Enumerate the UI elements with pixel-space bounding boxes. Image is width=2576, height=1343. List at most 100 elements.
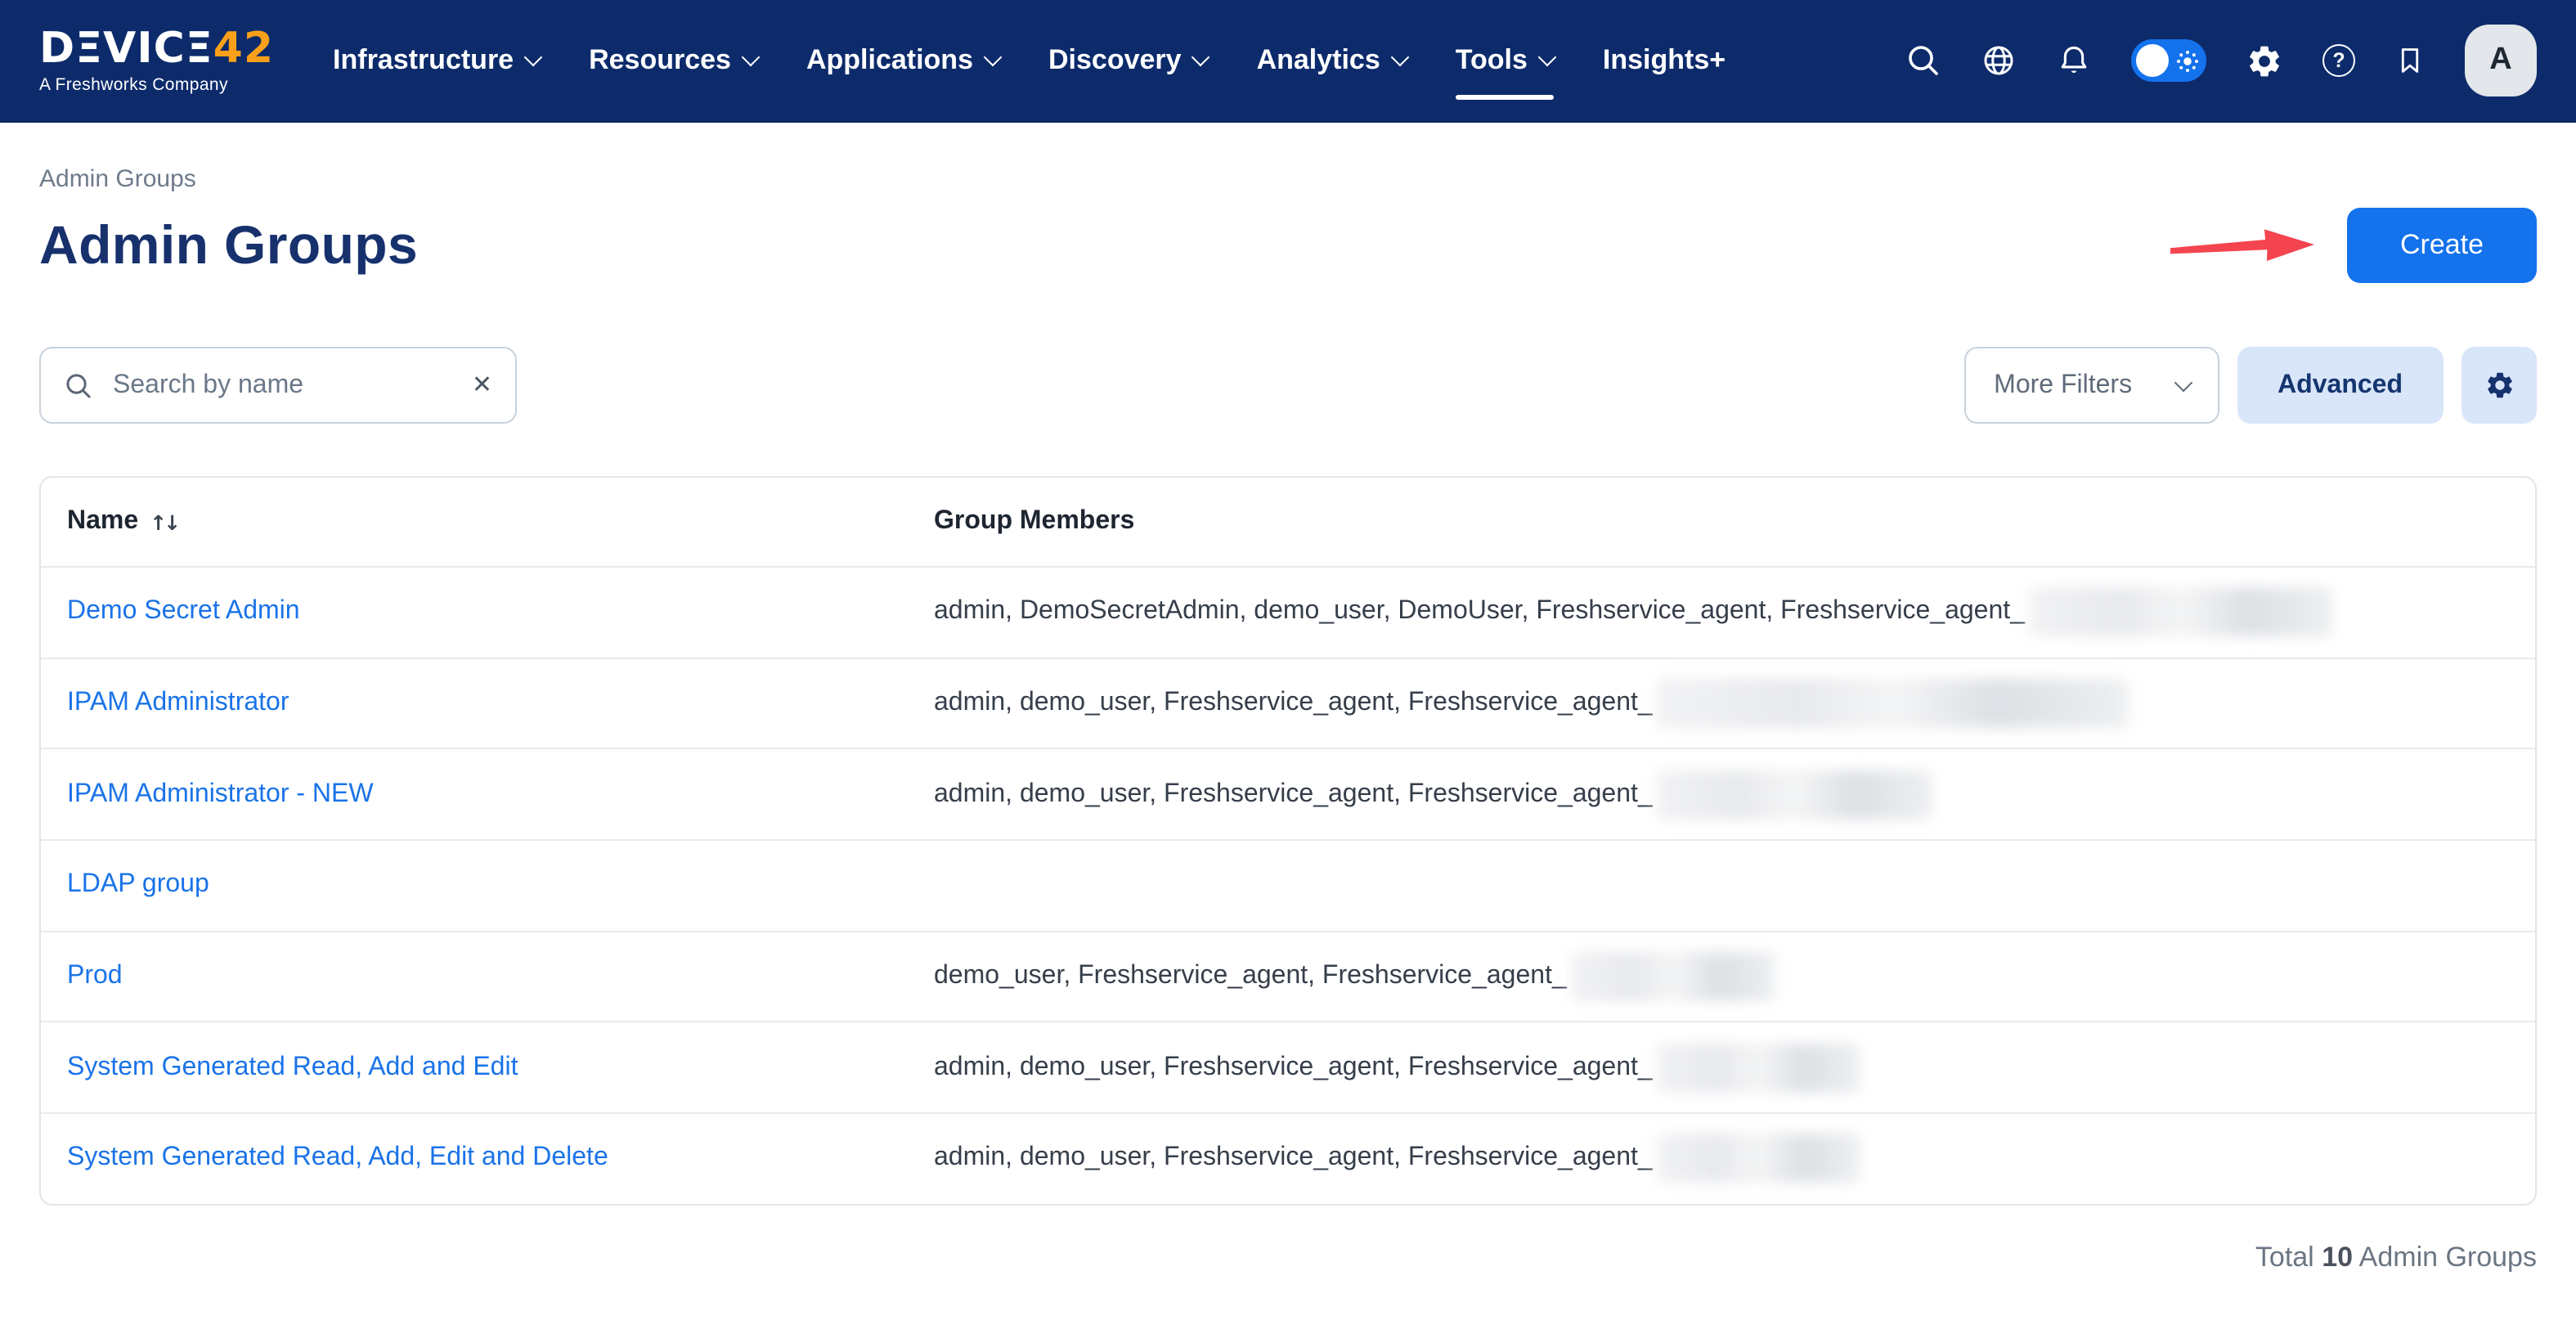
gear-icon[interactable] xyxy=(2246,42,2283,79)
main-content: Admin Groups Admin Groups Create ✕ More … xyxy=(0,165,2576,1274)
theme-toggle[interactable] xyxy=(2131,39,2206,82)
menu-label: Tools xyxy=(1456,44,1528,77)
table-row: System Generated Read, Add and Edit admi… xyxy=(41,1023,2535,1114)
total-number: 10 xyxy=(2322,1242,2353,1273)
group-name-cell: LDAP group xyxy=(41,871,934,901)
search-icon[interactable] xyxy=(1905,43,1941,79)
chevron-down-icon xyxy=(984,47,1003,66)
group-name-link[interactable]: Demo Secret Admin xyxy=(67,598,300,626)
menu-label: Infrastructure xyxy=(333,44,514,77)
members-text: admin, demo_user, Freshservice_agent, Fr… xyxy=(934,689,1653,718)
table-row: System Generated Read, Add, Edit and Del… xyxy=(41,1114,2535,1203)
group-members-cell: demo_user, Freshservice_agent, Freshserv… xyxy=(934,952,2535,1001)
search-icon xyxy=(64,371,93,400)
advanced-button[interactable]: Advanced xyxy=(2237,347,2444,424)
table-row: IPAM Administrator - NEW admin, demo_use… xyxy=(41,750,2535,841)
group-name-link[interactable]: LDAP group xyxy=(67,871,209,899)
filter-row: ✕ More Filters Advanced xyxy=(39,347,2537,424)
brand-tagline: A Freshworks Company xyxy=(39,74,274,94)
group-members-cell: admin, demo_user, Freshservice_agent, Fr… xyxy=(934,679,2535,728)
menu-item-analytics[interactable]: Analytics xyxy=(1257,0,1407,121)
menu-item-tools[interactable]: Tools xyxy=(1456,0,1554,121)
top-navbar: DΞVICΞ42 A Freshworks Company Infrastruc… xyxy=(0,0,2576,123)
table-row: Demo Secret Admin admin, DemoSecretAdmin… xyxy=(41,568,2535,658)
chevron-down-icon xyxy=(2174,374,2192,393)
device42-logo[interactable]: DΞVICΞ42 A Freshworks Company xyxy=(39,27,274,94)
group-name-cell: IPAM Administrator - NEW xyxy=(41,779,934,809)
help-icon[interactable]: ? xyxy=(2322,44,2355,77)
members-text: admin, DemoSecretAdmin, demo_user, DemoU… xyxy=(934,598,2025,627)
table-row: Prod demo_user, Freshservice_agent, Fres… xyxy=(41,932,2535,1023)
brand-wordmark: DΞVICΞ42 xyxy=(39,27,274,70)
menu-label: Insights+ xyxy=(1603,44,1726,77)
group-name-link[interactable]: IPAM Administrator xyxy=(67,689,289,716)
brand-accent-42: 42 xyxy=(213,24,274,73)
title-row: Admin Groups Create xyxy=(39,208,2537,283)
filter-actions: More Filters Advanced xyxy=(1964,347,2537,424)
column-label: Name xyxy=(67,507,138,537)
sort-icon: ↑↓ xyxy=(150,510,177,534)
menu-item-insights-plus[interactable]: Insights+ xyxy=(1603,0,1726,121)
more-filters-label: More Filters xyxy=(1994,371,2132,400)
group-name-cell: Demo Secret Admin xyxy=(41,598,934,627)
more-filters-dropdown[interactable]: More Filters xyxy=(1964,347,2219,424)
group-members-cell: admin, demo_user, Freshservice_agent, Fr… xyxy=(934,1044,2535,1093)
chevron-down-icon xyxy=(1192,47,1210,66)
menu-item-infrastructure[interactable]: Infrastructure xyxy=(333,0,540,121)
members-text: admin, demo_user, Freshservice_agent, Fr… xyxy=(934,779,1653,809)
table-row: LDAP group xyxy=(41,841,2535,932)
group-name-link[interactable]: Prod xyxy=(67,962,123,990)
total-entity: Admin Groups xyxy=(2359,1242,2537,1273)
search-box: ✕ xyxy=(39,347,517,424)
page-title: Admin Groups xyxy=(39,214,418,276)
globe-icon[interactable] xyxy=(1981,43,2017,79)
table-header: Name ↑↓ Group Members xyxy=(41,478,2535,568)
bookmark-icon[interactable] xyxy=(2394,43,2426,79)
sun-icon xyxy=(2177,50,2198,71)
notifications-bell-icon[interactable] xyxy=(2056,43,2092,79)
redacted-blur xyxy=(1572,952,1775,1001)
group-members-cell: admin, demo_user, Freshservice_agent, Fr… xyxy=(934,1134,2535,1184)
table-settings-gear-icon[interactable] xyxy=(2462,347,2537,424)
group-name-cell: IPAM Administrator xyxy=(41,689,934,718)
members-text: admin, demo_user, Freshservice_agent, Fr… xyxy=(934,1144,1653,1174)
group-name-link[interactable]: IPAM Administrator - NEW xyxy=(67,779,374,807)
redacted-blur xyxy=(2030,588,2332,637)
column-header-group-members: Group Members xyxy=(934,507,2535,537)
clear-search-icon[interactable]: ✕ xyxy=(472,373,492,398)
create-button[interactable]: Create xyxy=(2347,208,2537,283)
total-label: Total xyxy=(2255,1242,2314,1273)
menu-item-discovery[interactable]: Discovery xyxy=(1048,0,1208,121)
app: DΞVICΞ42 A Freshworks Company Infrastruc… xyxy=(0,0,2576,1343)
menu-label: Applications xyxy=(806,44,973,77)
redacted-blur xyxy=(1658,770,1932,819)
main-menu: Infrastructure Resources Applications Di… xyxy=(333,0,1726,121)
group-name-link[interactable]: System Generated Read, Add, Edit and Del… xyxy=(67,1144,608,1172)
members-text: admin, demo_user, Freshservice_agent, Fr… xyxy=(934,1053,1653,1083)
chevron-down-icon xyxy=(742,47,761,66)
total-count: Total 10 Admin Groups xyxy=(39,1242,2537,1274)
navbar-actions: ? A xyxy=(1905,25,2537,97)
group-name-cell: System Generated Read, Add and Edit xyxy=(41,1053,934,1083)
menu-item-applications[interactable]: Applications xyxy=(806,0,999,121)
breadcrumb[interactable]: Admin Groups xyxy=(39,165,196,193)
chevron-down-icon xyxy=(524,47,543,66)
avatar[interactable]: A xyxy=(2465,25,2537,97)
menu-label: Resources xyxy=(589,44,731,77)
group-name-link[interactable]: System Generated Read, Add and Edit xyxy=(67,1053,518,1081)
chevron-down-icon xyxy=(1538,47,1557,66)
menu-label: Discovery xyxy=(1048,44,1182,77)
column-header-name[interactable]: Name ↑↓ xyxy=(41,507,934,537)
red-arrow-annotation xyxy=(2169,224,2319,267)
redacted-blur xyxy=(1658,679,2129,728)
group-name-cell: System Generated Read, Add, Edit and Del… xyxy=(41,1144,934,1174)
redacted-blur xyxy=(1658,1044,1860,1093)
menu-item-resources[interactable]: Resources xyxy=(589,0,757,121)
table-row: IPAM Administrator admin, demo_user, Fre… xyxy=(41,658,2535,749)
menu-label: Analytics xyxy=(1257,44,1380,77)
group-name-cell: Prod xyxy=(41,962,934,991)
search-input[interactable] xyxy=(110,369,456,402)
members-text: demo_user, Freshservice_agent, Freshserv… xyxy=(934,962,1567,991)
redacted-blur xyxy=(1658,1134,1860,1184)
title-actions: Create xyxy=(2169,208,2537,283)
